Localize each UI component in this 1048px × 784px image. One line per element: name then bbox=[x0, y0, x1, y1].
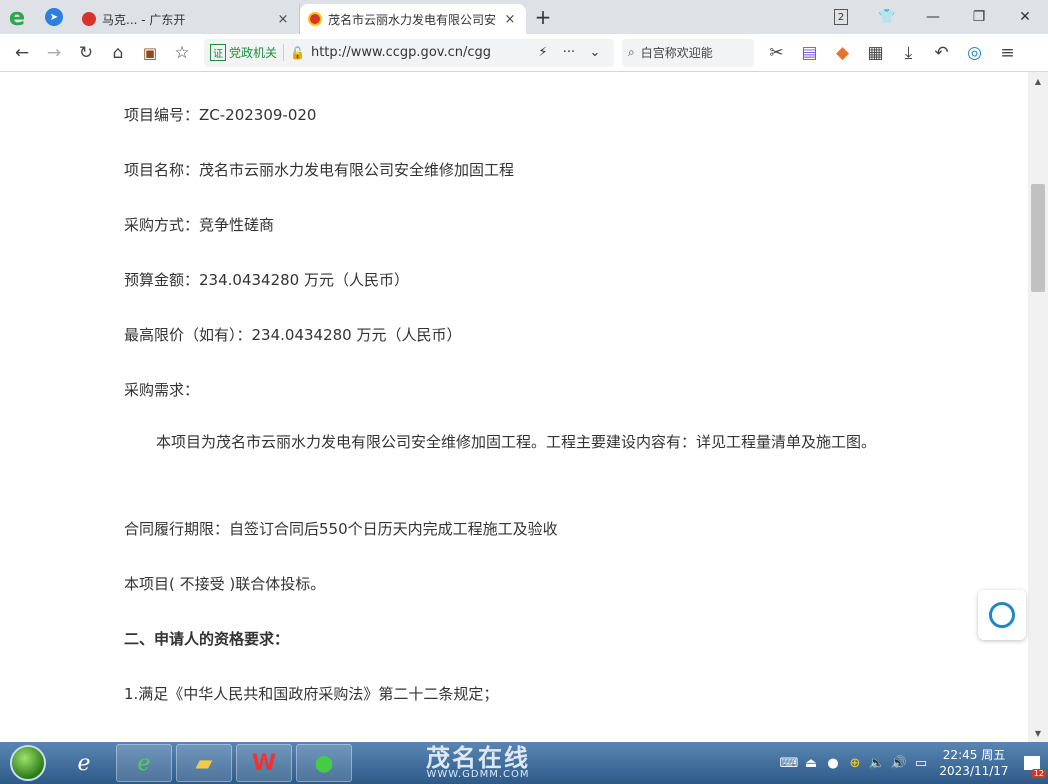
restore-button[interactable]: ❐ bbox=[956, 0, 1002, 34]
consortium-bid: 本项目( 不接受 )联合体投标。 bbox=[124, 575, 326, 593]
qualification-heading: 二、申请人的资格要求： bbox=[124, 630, 290, 648]
search-box[interactable]: ⌕ 白宫称欢迎能 bbox=[622, 38, 754, 67]
undo-icon[interactable]: ↶ bbox=[925, 38, 958, 68]
folder-icon[interactable]: ▰ bbox=[176, 744, 232, 782]
qualification-item-1: 1.满足《中华人民共和国政府采购法》第二十二条规定； bbox=[124, 685, 499, 703]
translate-icon[interactable]: ▤ bbox=[793, 38, 826, 68]
pinned-tab[interactable]: ➤ bbox=[34, 0, 74, 34]
wps-icon[interactable]: W bbox=[236, 744, 292, 782]
search-placeholder: 白宫称欢迎能 bbox=[640, 46, 713, 60]
chevron-down-icon[interactable]: ⌄ bbox=[582, 45, 608, 60]
scissors-icon[interactable]: ✂ bbox=[760, 38, 793, 68]
scroll-up-arrow-icon[interactable]: ▲ bbox=[1028, 72, 1048, 90]
procurement-demand-heading: 采购需求： bbox=[124, 381, 200, 399]
scroll-thumb[interactable] bbox=[1031, 184, 1045, 292]
close-window-button[interactable]: ✕ bbox=[1002, 0, 1048, 34]
volume-icon[interactable]: 🔊 bbox=[888, 756, 910, 771]
favorites-star-icon[interactable]: ☆ bbox=[166, 38, 198, 68]
notification-button[interactable]: 12 bbox=[1016, 742, 1048, 784]
wechat-tray-icon[interactable]: ● bbox=[822, 756, 844, 771]
system-tray: ⌨ ⏏ ● ⊕ 🔈 🔊 ▭ 22:45 周五 2023/11/17 12 bbox=[778, 742, 1048, 784]
scroll-down-arrow-icon[interactable]: ▼ bbox=[1028, 724, 1048, 742]
cert-label: 党政机关 bbox=[229, 46, 278, 60]
network-icon[interactable]: ▭ bbox=[910, 756, 932, 771]
new-tab-button[interactable]: + bbox=[526, 5, 560, 29]
contract-period: 合同履行期限：自签订合同后550个日历天内完成工程施工及验收 bbox=[124, 520, 558, 538]
tab-maoming[interactable]: 茂名市云丽水力发电有限公司安 × bbox=[300, 4, 526, 34]
search-icon: ⌕ bbox=[628, 45, 635, 59]
vertical-scrollbar[interactable]: ▲ ▼ bbox=[1028, 72, 1048, 742]
watermark-title: 茂名在线 bbox=[426, 744, 530, 772]
budget-amount: 预算金额：234.0434280 万元（人民币） bbox=[124, 271, 409, 289]
site-watermark: 茂名在线 WWW.GDMM.COM bbox=[426, 746, 530, 780]
price-cap: 最高限价（如有）：234.0434280 万元（人民币） bbox=[124, 326, 462, 344]
procurement-method: 采购方式：竞争性磋商 bbox=[124, 216, 275, 234]
menu-icon[interactable]: ≡ bbox=[991, 38, 1024, 68]
minimize-button[interactable]: — bbox=[910, 0, 956, 34]
navigation-toolbar: ← → ↻ ⌂ ▣ ☆ 证 党政机关 🔓 http://www.ccgp.gov… bbox=[0, 34, 1048, 72]
tab-title: 马克... - 广东开 bbox=[102, 12, 186, 27]
tab-count: 2 bbox=[834, 9, 848, 25]
procurement-demand-text: 本项目为茂名市云丽水力发电有限公司安全维修加固工程。工程主要建设内容有：详见工程… bbox=[156, 433, 877, 451]
keyboard-icon[interactable]: ⌨ bbox=[778, 756, 800, 771]
reload-icon[interactable]: ↻ bbox=[70, 38, 102, 68]
tab-close-icon[interactable]: × bbox=[275, 12, 291, 27]
apps-grid-icon[interactable]: ▦ bbox=[859, 38, 892, 68]
project-number: 项目编号：ZC-202309-020 bbox=[124, 106, 317, 124]
windows-orb-icon bbox=[10, 745, 46, 781]
start-button[interactable] bbox=[0, 742, 56, 784]
insecure-lock-icon[interactable]: 🔓 bbox=[290, 46, 305, 60]
address-bar[interactable]: 证 党政机关 🔓 http://www.ccgp.gov.cn/cgg ⚡ ··… bbox=[204, 38, 614, 67]
home-icon[interactable]: ⌂ bbox=[102, 38, 134, 68]
briefcase-icon[interactable]: ▣ bbox=[134, 38, 166, 68]
watermark-url: WWW.GDMM.COM bbox=[426, 769, 530, 780]
site-favicon-icon bbox=[82, 12, 96, 26]
usb-icon[interactable]: ⏏ bbox=[800, 756, 822, 771]
volume-muted-icon[interactable]: 🔈 bbox=[866, 756, 888, 771]
wechat-icon[interactable]: ● bbox=[296, 744, 352, 782]
refresh-circle-icon bbox=[989, 602, 1015, 628]
tab-guangdong[interactable]: 马克... - 广东开 × bbox=[74, 4, 300, 34]
lightning-icon[interactable]: ⚡ bbox=[530, 45, 556, 60]
game-icon[interactable]: ◆ bbox=[826, 38, 859, 68]
download-icon[interactable]: ⤓ bbox=[892, 38, 925, 68]
more-dots-button[interactable]: ··· bbox=[556, 45, 582, 60]
gov-emblem-icon bbox=[308, 12, 322, 26]
send-icon: ➤ bbox=[45, 8, 63, 26]
tab-title: 茂名市云丽水力发电有限公司安 bbox=[328, 12, 497, 27]
taskbar: ℯ ℯ ▰ W ● 茂名在线 WWW.GDMM.COM ⌨ ⏏ ● ⊕ 🔈 🔊 … bbox=[0, 742, 1048, 784]
browser-taskbar-icon[interactable]: ℯ bbox=[116, 744, 172, 782]
clock-date: 2023/11/17 bbox=[939, 764, 1009, 778]
cert-badge[interactable]: 证 党政机关 bbox=[210, 44, 285, 61]
action-center-icon bbox=[1024, 756, 1040, 770]
page-content: 项目编号：ZC-202309-020 项目名称：茂名市云丽水力发电有限公司安全维… bbox=[0, 72, 1028, 742]
clock[interactable]: 22:45 周五 2023/11/17 bbox=[932, 747, 1016, 779]
shirt-skin-icon[interactable]: 👕 bbox=[864, 0, 910, 34]
browser-logo-icon[interactable]: e bbox=[0, 0, 34, 34]
project-name: 项目名称：茂名市云丽水力发电有限公司安全维修加固工程 bbox=[124, 161, 515, 179]
floating-sync-button[interactable] bbox=[978, 590, 1026, 640]
ie-icon[interactable]: ℯ bbox=[56, 744, 112, 782]
tab-close-icon[interactable]: × bbox=[502, 12, 518, 27]
tab-list-button[interactable]: 2 bbox=[818, 0, 864, 34]
plus-tray-icon[interactable]: ⊕ bbox=[844, 756, 866, 771]
notification-badge: 12 bbox=[1031, 769, 1046, 778]
clock-time: 22:45 周五 bbox=[942, 748, 1006, 762]
forward-arrow-icon[interactable]: → bbox=[38, 38, 70, 68]
tab-bar: e ➤ 马克... - 广东开 × 茂名市云丽水力发电有限公司安 × + 2 👕… bbox=[0, 0, 1048, 34]
url-text[interactable]: http://www.ccgp.gov.cn/cgg bbox=[311, 45, 530, 60]
back-arrow-icon[interactable]: ← bbox=[6, 38, 38, 68]
cert-icon: 证 bbox=[210, 44, 226, 61]
sync-icon[interactable]: ◎ bbox=[958, 38, 991, 68]
